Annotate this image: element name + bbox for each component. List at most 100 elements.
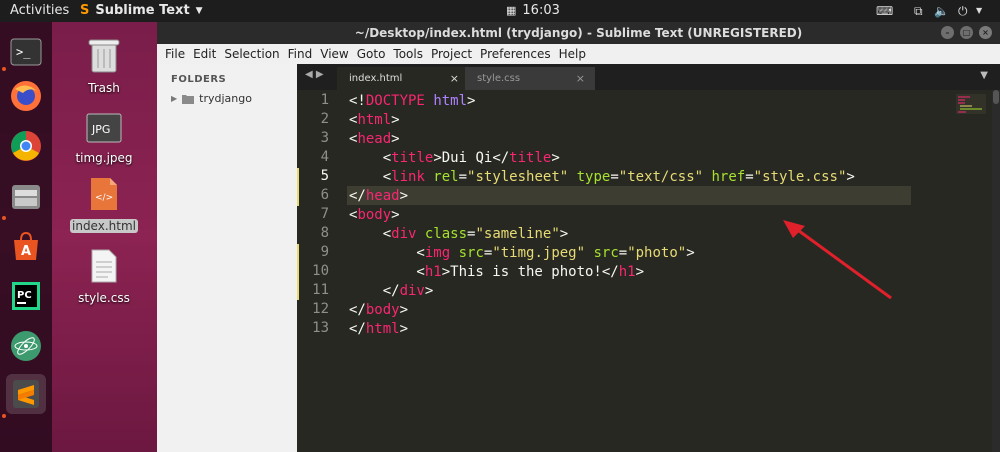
scroll-thumb[interactable] [993, 90, 999, 104]
top-bar: Activities S Sublime Text ▼ ▦ 16:03 ⌨ ⧉ … [0, 0, 1000, 22]
menu-view[interactable]: View [316, 47, 352, 61]
line-number: 4 [320, 149, 329, 165]
running-indicator [2, 67, 6, 71]
tab-dropdown-icon[interactable]: ▼ [980, 70, 988, 81]
dock-terminal[interactable]: >_ [6, 32, 46, 72]
window-titlebar[interactable]: ~/Desktop/index.html (trydjango) - Subli… [157, 22, 1000, 44]
network-icon[interactable]: ⧉ [914, 4, 923, 19]
menu-file[interactable]: File [161, 47, 189, 61]
launcher-dock: >_ A PC [0, 22, 52, 452]
menu-edit[interactable]: Edit [189, 47, 220, 61]
maximize-button[interactable]: □ [960, 26, 973, 39]
svg-text:>_: >_ [16, 45, 31, 59]
code-editor[interactable]: 1 2 3 4 5 6 7 8 9 10 11 12 13 <!DOCTYPE … [297, 90, 1000, 452]
desktop-icon-label: index.html [70, 219, 138, 233]
menu-bar: File Edit Selection Find View Goto Tools… [157, 44, 1000, 64]
volume-icon[interactable]: 🔈 [934, 4, 949, 18]
svg-text:PC: PC [17, 290, 32, 301]
dock-software[interactable]: A [6, 226, 46, 266]
sublime-window: ~/Desktop/index.html (trydjango) - Subli… [157, 22, 1000, 452]
current-line-highlight [347, 186, 911, 205]
app-menu[interactable]: S Sublime Text ▼ [80, 3, 203, 18]
close-button[interactable]: × [979, 26, 992, 39]
tab-close-icon[interactable]: × [450, 67, 459, 90]
running-indicator [2, 216, 6, 220]
menu-goto[interactable]: Goto [353, 47, 390, 61]
trash-icon [88, 39, 120, 73]
line-number: 12 [312, 301, 329, 317]
calendar-icon: ▦ [506, 4, 517, 17]
tab-style-css[interactable]: style.css × [465, 67, 595, 90]
keyboard-icon[interactable]: ⌨ [876, 4, 893, 18]
dock-sublime[interactable] [6, 374, 46, 414]
html-file-icon: </> [91, 178, 117, 210]
image-file-icon: JPG [86, 113, 122, 143]
line-number: 8 [320, 225, 329, 241]
line-number: 9 [320, 244, 329, 260]
desktop-icon-style-css[interactable]: style.css [64, 248, 144, 305]
folder-item-trydjango[interactable]: ▶ trydjango [171, 92, 252, 105]
atom-icon [11, 331, 41, 361]
svg-text:A: A [21, 244, 31, 259]
menu-selection[interactable]: Selection [220, 47, 283, 61]
line-number: 13 [312, 320, 329, 336]
tab-close-icon[interactable]: × [576, 67, 585, 90]
desktop-icon-label: timg.jpeg [75, 151, 133, 165]
chevron-down-icon[interactable]: ▼ [976, 6, 982, 15]
dock-files[interactable] [6, 176, 46, 216]
code-line: <head> [349, 131, 400, 147]
dock-chrome[interactable] [6, 126, 46, 166]
line-number: 10 [312, 263, 329, 279]
desktop-icon-label: style.css [78, 291, 130, 305]
code-line: <link rel="stylesheet" type="text/css" h… [349, 169, 855, 185]
folder-icon [182, 94, 195, 104]
dock-firefox[interactable] [6, 76, 46, 116]
minimap[interactable] [956, 94, 992, 114]
terminal-icon: >_ [10, 38, 42, 66]
clock[interactable]: ▦ 16:03 [506, 3, 560, 18]
dock-pycharm[interactable]: PC [6, 276, 46, 316]
code-line: <img src="timg.jpeg" src="photo"> [349, 245, 695, 261]
dock-atom[interactable] [6, 326, 46, 366]
chevron-down-icon: ▼ [195, 5, 203, 16]
desktop-icon-timg[interactable]: JPG timg.jpeg [64, 112, 144, 165]
code-line: <div class="sameline"> [349, 226, 569, 242]
tab-label: style.css [477, 73, 521, 84]
sublime-icon [13, 380, 39, 408]
menu-project[interactable]: Project [427, 47, 476, 61]
firefox-icon [11, 81, 41, 111]
line-number: 6 [320, 187, 329, 203]
tab-label: index.html [349, 73, 403, 84]
folder-label: trydjango [199, 92, 252, 105]
activities-button[interactable]: Activities [10, 3, 69, 18]
vertical-scrollbar[interactable] [992, 90, 1000, 452]
window-title: ~/Desktop/index.html (trydjango) - Subli… [354, 26, 803, 40]
folders-sidebar: FOLDERS ▶ trydjango [157, 64, 298, 452]
code-line: <html> [349, 112, 400, 128]
line-number: 7 [320, 206, 329, 222]
code-line: <title>Dui Qi</title> [349, 150, 560, 166]
running-indicator [2, 414, 6, 418]
code-line: </body> [349, 302, 409, 318]
app-menu-label: Sublime Text [95, 3, 190, 18]
line-number: 2 [320, 111, 329, 127]
code-line: <body> [349, 207, 400, 223]
power-icon[interactable]: ⏻ [958, 4, 968, 19]
desktop-icon-index-html[interactable]: </> index.html [64, 176, 144, 233]
menu-preferences[interactable]: Preferences [476, 47, 555, 61]
chevron-right-icon: ▶ [171, 94, 178, 103]
menu-help[interactable]: Help [555, 47, 590, 61]
files-icon [12, 185, 40, 209]
line-number: 11 [312, 282, 329, 298]
minimize-button[interactable]: – [941, 26, 954, 39]
tab-nav-arrows[interactable]: ◀ ▶ [305, 69, 324, 80]
tab-index-html[interactable]: index.html × [337, 67, 469, 90]
jpg-badge: JPG [91, 123, 110, 136]
desktop-icon-trash[interactable]: Trash [64, 36, 144, 95]
sublime-icon: S [80, 3, 90, 18]
chrome-icon [11, 131, 41, 161]
menu-find[interactable]: Find [284, 47, 317, 61]
code-line: </div> [349, 283, 434, 299]
menu-tools[interactable]: Tools [389, 47, 427, 61]
folders-heading: FOLDERS [171, 74, 227, 85]
